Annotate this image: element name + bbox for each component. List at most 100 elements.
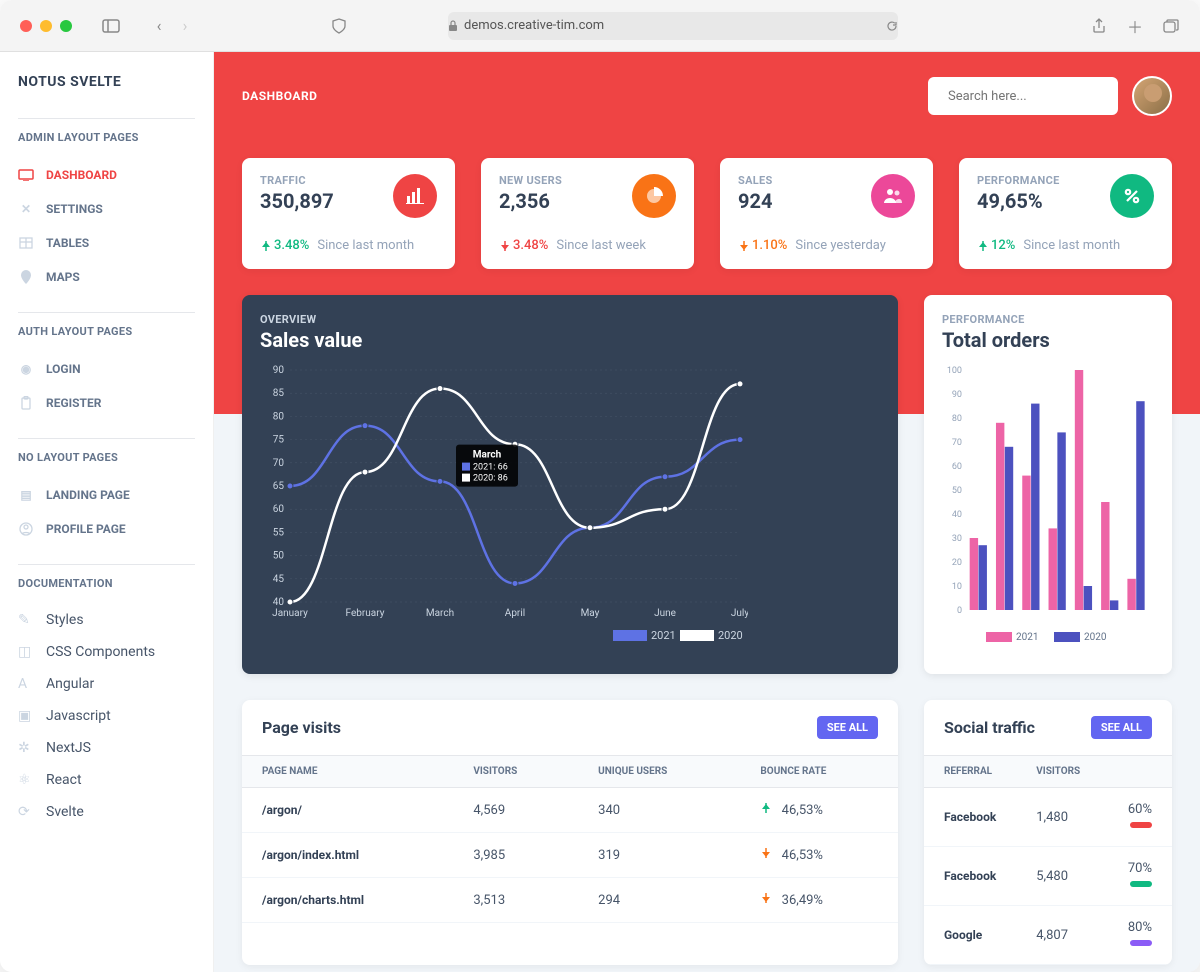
sidebar-item-label: NextJS — [46, 740, 91, 756]
paint-brush-icon: ✎ — [18, 612, 34, 628]
svg-text:80: 80 — [273, 411, 285, 422]
bar-chart[interactable]: 010203040506070809010020212020 — [942, 352, 1154, 652]
new-tab-icon[interactable]: ＋ — [1126, 17, 1144, 35]
brand[interactable]: NOTUS SVELTE — [18, 74, 195, 90]
social-traffic-card: Social traffic SEE ALL REFERRALVISITORS … — [924, 700, 1172, 965]
sidebar-item-nextjs[interactable]: ✲NextJS — [18, 732, 195, 764]
stat-card-new-users: NEW USERS 2,356 3.48% Since last week — [481, 158, 694, 269]
table-row[interactable]: Google 4,807 80% — [924, 906, 1172, 965]
chart-subtitle: PERFORMANCE — [942, 313, 1154, 326]
svg-text:March: March — [426, 608, 454, 619]
sidebar-section-auth: AUTH LAYOUT PAGES — [18, 325, 195, 338]
avatar[interactable] — [1132, 76, 1172, 116]
sidebar-item-register[interactable]: REGISTER — [18, 386, 195, 420]
forward-icon[interactable]: › — [176, 17, 194, 35]
pct-cell: 60% — [1100, 788, 1172, 847]
svg-text:50: 50 — [952, 486, 962, 496]
angular-icon: A — [18, 676, 34, 692]
sidebar-item-landing[interactable]: ▤LANDING PAGE — [18, 478, 195, 512]
stat-card-traffic: TRAFFIC 350,897 3.48% Since last month — [242, 158, 455, 269]
sidebar-item-settings[interactable]: ✕SETTINGS — [18, 192, 195, 226]
svg-text:40: 40 — [952, 510, 962, 520]
tv-icon — [18, 169, 34, 181]
table-col: VISITORS — [453, 756, 578, 788]
progress-pill — [1130, 940, 1152, 946]
sidebar-item-label: PROFILE PAGE — [46, 522, 126, 536]
chart-subtitle: OVERVIEW — [260, 313, 880, 326]
browser-titlebar: ‹ › demos.creative-tim.com ＋ — [0, 0, 1200, 52]
page-name-cell: /argon/index.html — [242, 833, 453, 878]
close-window-icon[interactable] — [20, 20, 32, 32]
sidebar-toggle-icon[interactable] — [102, 17, 120, 35]
percent-icon — [1110, 174, 1154, 218]
table-row[interactable]: /argon/charts.html 3,513 294 36,49% — [242, 878, 898, 923]
svg-text:65: 65 — [273, 481, 285, 492]
stat-delta: 3.48% — [499, 238, 548, 253]
sidebar-item-login[interactable]: ◉LOGIN — [18, 352, 195, 386]
arrow-up-icon — [760, 802, 772, 818]
table-col: REFERRAL — [924, 756, 1016, 788]
share-icon[interactable] — [1090, 17, 1108, 35]
stat-label: TRAFFIC — [260, 174, 334, 187]
visitors-cell: 4,807 — [1016, 906, 1100, 965]
svg-text:March: March — [473, 450, 502, 461]
newspaper-icon: ▤ — [18, 488, 34, 502]
css-icon: ◫ — [18, 644, 34, 660]
unique-cell: 319 — [578, 833, 740, 878]
url-bar[interactable]: demos.creative-tim.com — [448, 12, 898, 40]
svg-text:90: 90 — [952, 390, 962, 400]
tabs-icon[interactable] — [1162, 17, 1180, 35]
search-box[interactable] — [928, 77, 1118, 115]
sidebar-item-profile[interactable]: PROFILE PAGE — [18, 512, 195, 546]
sidebar-item-javascript[interactable]: ▣Javascript — [18, 700, 195, 732]
sidebar-item-maps[interactable]: MAPS — [18, 260, 195, 294]
sidebar-item-angular[interactable]: AAngular — [18, 668, 195, 700]
minimize-window-icon[interactable] — [40, 20, 52, 32]
search-input[interactable] — [948, 89, 1114, 104]
svg-text:50: 50 — [273, 551, 285, 562]
see-all-button[interactable]: SEE ALL — [817, 716, 878, 739]
stat-label: SALES — [738, 174, 773, 187]
sidebar-item-label: TABLES — [46, 236, 89, 250]
sidebar-item-dashboard[interactable]: DASHBOARD — [18, 158, 195, 192]
page-visits-card: Page visits SEE ALL PAGE NAMEVISITORSUNI… — [242, 700, 898, 965]
svg-text:75: 75 — [273, 435, 285, 446]
sidebar-item-styles[interactable]: ✎Styles — [18, 604, 195, 636]
table-row[interactable]: /argon/index.html 3,985 319 46,53% — [242, 833, 898, 878]
sidebar-item-css[interactable]: ◫ CSS Components — [18, 636, 195, 668]
shield-icon[interactable] — [330, 17, 348, 35]
svg-text:0: 0 — [957, 606, 962, 616]
visitors-cell: 3,985 — [453, 833, 578, 878]
table-row[interactable]: Facebook 1,480 60% — [924, 788, 1172, 847]
breadcrumb[interactable]: DASHBOARD — [242, 89, 317, 103]
table-row[interactable]: /argon/ 4,569 340 46,53% — [242, 788, 898, 833]
see-all-button[interactable]: SEE ALL — [1091, 716, 1152, 739]
svg-text:30: 30 — [952, 534, 962, 544]
page-name-cell: /argon/charts.html — [242, 878, 453, 923]
sidebar-item-svelte[interactable]: ⟳Svelte — [18, 796, 195, 828]
svg-text:2021: 2021 — [1016, 632, 1038, 643]
svg-text:85: 85 — [273, 388, 285, 399]
sidebar-item-label: Javascript — [46, 708, 111, 724]
referral-cell: Facebook — [924, 788, 1016, 847]
maximize-window-icon[interactable] — [60, 20, 72, 32]
sidebar-item-label: SETTINGS — [46, 202, 103, 216]
sidebar-item-label: LOGIN — [46, 362, 81, 376]
back-icon[interactable]: ‹ — [150, 17, 168, 35]
unique-cell: 340 — [578, 788, 740, 833]
table-row[interactable]: Facebook 5,480 70% — [924, 847, 1172, 906]
bar-chart-icon — [393, 174, 437, 218]
table-col: PAGE NAME — [242, 756, 453, 788]
sidebar-item-tables[interactable]: TABLES — [18, 226, 195, 260]
sidebar-item-label: CSS Components — [46, 644, 155, 660]
clipboard-icon — [18, 396, 34, 410]
sidebar-item-label: React — [46, 772, 82, 788]
svg-text:100: 100 — [947, 366, 962, 376]
table-col — [1100, 756, 1172, 788]
line-chart[interactable]: 4045505560657075808590JanuaryFebruaryMar… — [260, 352, 748, 652]
pie-chart-icon — [632, 174, 676, 218]
sidebar-item-react[interactable]: ⚛React — [18, 764, 195, 796]
reload-icon[interactable] — [886, 20, 898, 32]
svg-text:20: 20 — [952, 558, 962, 568]
svg-text:60: 60 — [273, 504, 285, 515]
